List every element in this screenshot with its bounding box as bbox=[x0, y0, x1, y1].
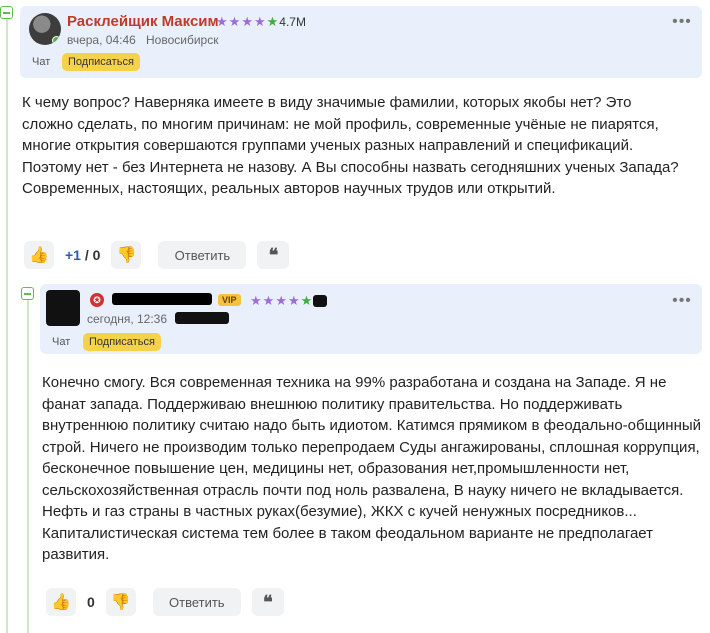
star-icon: ★ bbox=[253, 14, 266, 29]
comment2-actions: 👍 0 👎 Ответить ❝ bbox=[46, 588, 284, 616]
rating-redacted bbox=[313, 295, 328, 307]
reply-button[interactable]: Ответить bbox=[152, 588, 241, 616]
more-options-icon[interactable]: ••• bbox=[672, 292, 692, 309]
avatar[interactable] bbox=[46, 290, 80, 326]
thread-line-reply bbox=[27, 298, 29, 633]
dislike-icon[interactable]: 👎 bbox=[111, 241, 142, 269]
star-icon: ★ bbox=[266, 14, 279, 29]
star-icon: ★ bbox=[262, 293, 275, 308]
comment1-text: К чему вопрос? Наверняка имеете в виду з… bbox=[22, 94, 679, 197]
score-plus: +1 bbox=[65, 247, 81, 263]
comment2-text: Конечно смогу. Вся современная техника н… bbox=[42, 374, 702, 563]
award-badge-icon: ✪ bbox=[90, 293, 104, 307]
like-icon[interactable]: 👍 bbox=[46, 588, 76, 616]
star-icon: ★ bbox=[287, 293, 300, 308]
comment2-header: ✪ VIP ★ ★ ★ ★ ★ сегодня, 12:36 Чат Подпи… bbox=[40, 284, 702, 354]
comment1-actions: 👍 +1 / 0 👎 Ответить ❝ bbox=[24, 241, 290, 269]
star-icon: ★ bbox=[300, 293, 313, 308]
star-icon: ★ bbox=[241, 14, 253, 29]
thread-line-main bbox=[6, 18, 8, 633]
chat-button[interactable]: Чат bbox=[46, 333, 76, 351]
vip-badge: VIP bbox=[218, 294, 241, 306]
reply-button[interactable]: Ответить bbox=[158, 241, 247, 269]
subscribe-button[interactable]: Подписаться bbox=[62, 53, 140, 71]
author-rating: ★ ★ ★ ★ ★ 4.7M bbox=[216, 14, 306, 30]
author-name[interactable]: Расклейщик Максим bbox=[67, 13, 219, 30]
author-rating: ★ ★ ★ ★ ★ bbox=[250, 293, 328, 309]
rating-value: 4.7M bbox=[279, 15, 306, 29]
quote-icon[interactable]: ❝ bbox=[251, 588, 284, 616]
online-status-icon bbox=[52, 36, 61, 45]
author-city: Новосибирск bbox=[146, 33, 219, 47]
score-separator: / bbox=[80, 247, 93, 263]
like-icon[interactable]: 👍 bbox=[24, 241, 54, 269]
collapse-toggle-comment1[interactable] bbox=[0, 6, 13, 19]
star-icon: ★ bbox=[216, 14, 228, 29]
more-options-icon[interactable]: ••• bbox=[672, 13, 692, 30]
collapse-toggle-comment2[interactable] bbox=[21, 287, 34, 300]
star-icon: ★ bbox=[228, 14, 241, 29]
vote-score: +1 / 0 bbox=[61, 241, 104, 269]
avatar[interactable] bbox=[29, 13, 61, 45]
comment1-header: Расклейщик Максим ★ ★ ★ ★ ★ 4.7M вчера, … bbox=[20, 6, 702, 78]
chat-button[interactable]: Чат bbox=[26, 53, 56, 71]
star-icon: ★ bbox=[250, 293, 262, 308]
author-name-redacted[interactable] bbox=[112, 293, 212, 305]
star-icon: ★ bbox=[275, 293, 287, 308]
dislike-icon[interactable]: 👎 bbox=[105, 588, 136, 616]
redacted-mark bbox=[175, 312, 229, 324]
comment-date: вчера, 04:46 bbox=[67, 33, 136, 47]
score-minus: 0 bbox=[92, 247, 101, 263]
vote-score: 0 bbox=[87, 594, 95, 610]
quote-icon[interactable]: ❝ bbox=[257, 241, 290, 269]
subscribe-button[interactable]: Подписаться bbox=[83, 333, 161, 351]
comment-date: сегодня, 12:36 bbox=[87, 312, 168, 326]
